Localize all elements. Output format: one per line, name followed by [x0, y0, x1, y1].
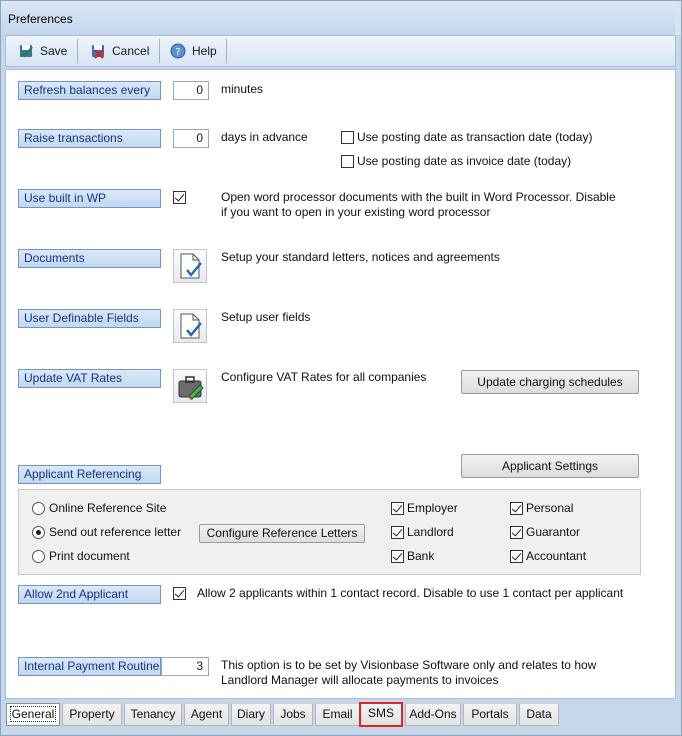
posting-date-invoice-label: Use posting date as invoice date (today)	[357, 154, 572, 168]
tab-sms[interactable]: SMS	[359, 702, 403, 727]
accountant-label: Accountant	[526, 549, 587, 563]
send-reference-letter-radio[interactable]	[32, 526, 45, 539]
bank-label: Bank	[407, 549, 435, 563]
payment-routine-input[interactable]: 3	[161, 657, 209, 676]
toolbar-separator	[159, 39, 160, 63]
posting-date-transaction-checkbox[interactable]	[341, 131, 354, 144]
tab-diary[interactable]: Diary	[231, 703, 271, 726]
bank-checkbox[interactable]	[391, 550, 404, 563]
save-button[interactable]: Save	[12, 39, 73, 63]
window-title: Preferences	[8, 12, 73, 26]
guarantor-checkbox[interactable]	[510, 526, 523, 539]
employer-label: Employer	[407, 501, 458, 515]
internal-payment-routine-label[interactable]: Internal Payment Routine	[18, 657, 161, 676]
online-reference-site-radio[interactable]	[32, 502, 45, 515]
referencing-options-group: Online Reference Site Send out reference…	[18, 489, 641, 575]
wp-description-line2: if you want to open in your existing wor…	[221, 205, 491, 219]
svg-text:?: ?	[175, 47, 180, 58]
tab-general-label: General	[9, 706, 57, 722]
preferences-window: Preferences Save Cancel ? Help Refresh b…	[0, 0, 682, 736]
personal-checkbox[interactable]	[510, 502, 523, 515]
tab-tenancy[interactable]: Tenancy	[124, 703, 182, 726]
toolbar-separator	[226, 39, 227, 63]
documents-edit-icon[interactable]	[173, 249, 207, 283]
cancel-button[interactable]: Cancel	[84, 39, 155, 63]
use-built-in-wp-checkbox[interactable]	[173, 191, 186, 204]
print-document-radio[interactable]	[32, 550, 45, 563]
vat-briefcase-icon[interactable]	[173, 369, 207, 403]
save-label: Save	[40, 44, 68, 58]
vat-description: Configure VAT Rates for all companies	[221, 370, 427, 384]
update-vat-rates-label[interactable]: Update VAT Rates	[18, 369, 161, 388]
tab-portals[interactable]: Portals	[463, 703, 517, 726]
posting-date-transaction-label: Use posting date as transaction date (to…	[357, 130, 593, 144]
user-fields-description: Setup user fields	[221, 310, 311, 324]
documents-description: Setup your standard letters, notices and…	[221, 250, 500, 264]
refresh-unit-text: minutes	[221, 82, 264, 96]
tab-jobs[interactable]: Jobs	[273, 703, 313, 726]
tab-data[interactable]: Data	[519, 703, 559, 726]
toolbar: Save Cancel ? Help	[5, 35, 676, 67]
save-icon	[18, 43, 34, 59]
help-label: Help	[192, 44, 217, 58]
raise-transactions-label[interactable]: Raise transactions	[18, 129, 161, 148]
tab-property[interactable]: Property	[62, 703, 122, 726]
tab-general[interactable]: General	[6, 703, 60, 726]
use-built-in-wp-label[interactable]: Use built in WP	[18, 189, 161, 208]
accountant-checkbox[interactable]	[510, 550, 523, 563]
refresh-balances-label[interactable]: Refresh balances every	[18, 81, 161, 100]
applicant-settings-button[interactable]: Applicant Settings	[461, 454, 639, 478]
print-document-label: Print document	[49, 549, 130, 563]
help-icon: ?	[170, 43, 186, 59]
tab-add-ons[interactable]: Add-Ons	[405, 703, 461, 726]
raise-unit-text: days in advance	[221, 130, 308, 144]
title-bar: Preferences	[1, 1, 681, 35]
payment-description-line2: Landlord Manager will allocate payments …	[221, 673, 499, 687]
refresh-minutes-input[interactable]: 0	[173, 81, 209, 100]
help-button[interactable]: ? Help	[164, 39, 223, 63]
second-applicant-description: Allow 2 applicants within 1 contact reco…	[197, 586, 624, 600]
payment-description-line1: This option is to be set by Visionbase S…	[221, 658, 597, 672]
toolbar-separator	[77, 39, 78, 63]
employer-checkbox[interactable]	[391, 502, 404, 515]
cancel-icon	[90, 43, 106, 59]
online-reference-site-label: Online Reference Site	[49, 501, 167, 515]
tab-agent[interactable]: Agent	[184, 703, 229, 726]
general-settings-panel: Refresh balances every 0 minutes Raise t…	[5, 69, 676, 699]
send-reference-letter-label: Send out reference letter	[49, 525, 182, 539]
preferences-tab-strip: General Property Tenancy Agent Diary Job…	[5, 700, 676, 728]
update-charging-schedules-button[interactable]: Update charging schedules	[461, 370, 639, 394]
tab-email[interactable]: Email	[315, 703, 360, 726]
allow-2nd-applicant-label[interactable]: Allow 2nd Applicant	[18, 585, 161, 604]
personal-label: Personal	[526, 501, 574, 515]
allow-2nd-applicant-checkbox[interactable]	[173, 587, 186, 600]
configure-reference-letters-button[interactable]: Configure Reference Letters	[199, 524, 365, 543]
documents-label[interactable]: Documents	[18, 249, 161, 268]
cancel-label: Cancel	[112, 44, 150, 58]
title-edge	[675, 1, 681, 35]
applicant-referencing-label[interactable]: Applicant Referencing	[18, 465, 161, 484]
raise-days-input[interactable]: 0	[173, 129, 209, 148]
landlord-checkbox[interactable]	[391, 526, 404, 539]
user-definable-fields-label[interactable]: User Definable Fields	[18, 309, 161, 328]
posting-date-invoice-checkbox[interactable]	[341, 155, 354, 168]
user-fields-edit-icon[interactable]	[173, 309, 207, 343]
guarantor-label: Guarantor	[526, 525, 581, 539]
wp-description-line1: Open word processor documents with the b…	[221, 190, 616, 204]
landlord-label: Landlord	[407, 525, 454, 539]
